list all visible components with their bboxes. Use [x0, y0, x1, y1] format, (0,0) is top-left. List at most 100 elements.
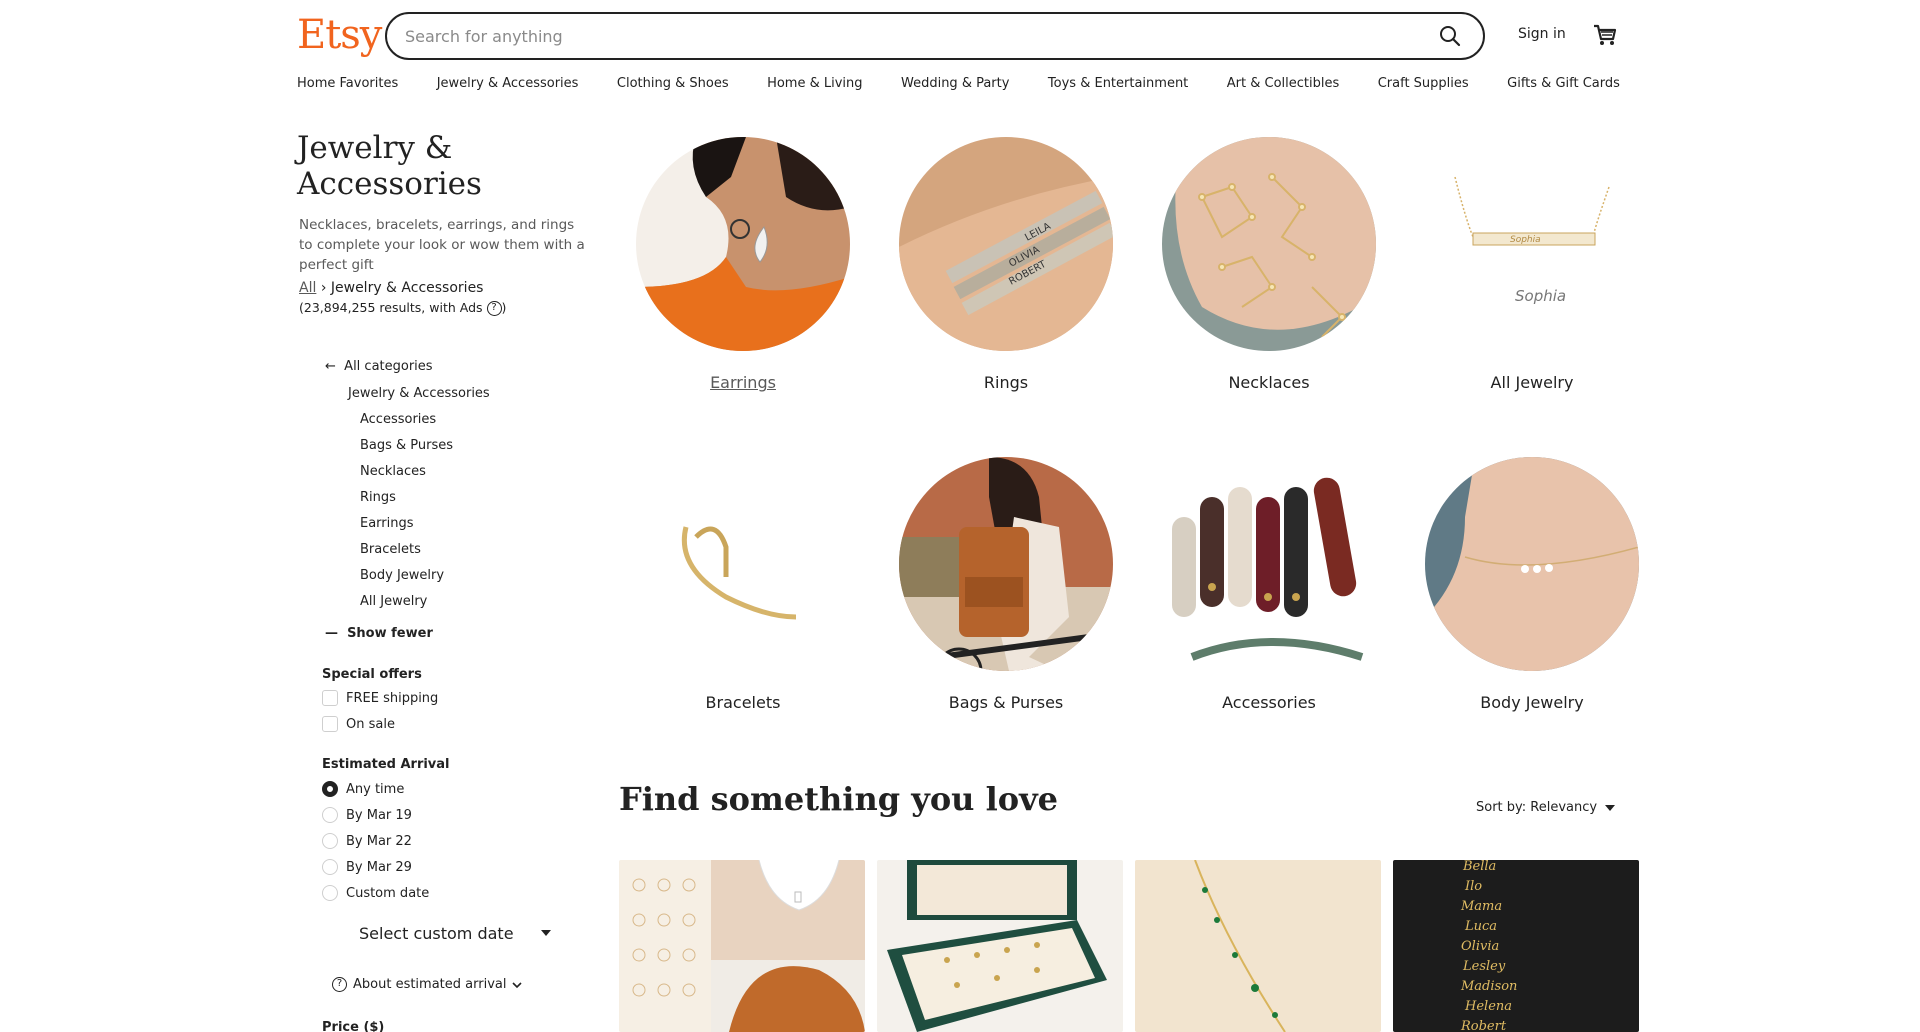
- subcategory-bags-purses[interactable]: Bags & Purses: [360, 438, 453, 453]
- nav-home-living[interactable]: Home & Living: [767, 76, 862, 91]
- minus-icon: —: [325, 626, 348, 641]
- bags-purses-image[interactable]: [899, 457, 1113, 671]
- price-heading: Price ($): [322, 1020, 385, 1032]
- radio-unselected[interactable]: [322, 833, 338, 849]
- custom-date-select-label: Select custom date: [359, 923, 514, 943]
- search-bar: [385, 12, 1485, 60]
- tile-earrings-label[interactable]: Earrings: [636, 373, 850, 392]
- tile-necklaces[interactable]: Necklaces: [1162, 137, 1376, 392]
- arrival-mar29-radio[interactable]: By Mar 29: [322, 859, 412, 875]
- arrival-mar19-radio[interactable]: By Mar 19: [322, 807, 412, 823]
- show-fewer-button[interactable]: — Show fewer: [325, 626, 433, 641]
- checkbox-box[interactable]: [322, 690, 338, 706]
- listing-card[interactable]: [1135, 860, 1381, 1032]
- tile-all-jewelry[interactable]: Sophia Sophia All Jewelry: [1425, 137, 1639, 392]
- sort-dropdown[interactable]: Sort by: Relevancy: [1476, 800, 1616, 815]
- arrival-any-time-label: Any time: [346, 781, 405, 797]
- tile-rings-label[interactable]: Rings: [899, 373, 1113, 392]
- nameplate-name-6: Lesley: [1462, 959, 1506, 974]
- nav-clothing-shoes[interactable]: Clothing & Shoes: [617, 76, 729, 91]
- nav-craft-supplies[interactable]: Craft Supplies: [1378, 76, 1469, 91]
- rings-image[interactable]: LEILA OLIVIA ROBERT: [899, 137, 1113, 351]
- nameplate-name-8: Helena: [1464, 999, 1512, 1014]
- all-jewelry-image[interactable]: Sophia Sophia: [1425, 137, 1639, 351]
- chevron-right-icon: ›: [320, 280, 331, 296]
- estimated-arrival-heading: Estimated Arrival: [322, 757, 450, 772]
- help-icon: ?: [332, 977, 347, 992]
- arrival-mar19-label: By Mar 19: [346, 807, 412, 823]
- nav-gifts-gift-cards[interactable]: Gifts & Gift Cards: [1507, 76, 1620, 91]
- results-text: (23,894,255 results, with Ads: [299, 300, 483, 315]
- subcategory-rings[interactable]: Rings: [360, 490, 396, 505]
- breadcrumb-current: Jewelry & Accessories: [330, 280, 484, 296]
- listing-card[interactable]: [877, 860, 1123, 1032]
- search-input[interactable]: [405, 26, 1435, 46]
- special-offers-heading: Special offers: [322, 667, 422, 682]
- radio-unselected[interactable]: [322, 859, 338, 875]
- bracelets-image[interactable]: [636, 457, 850, 671]
- search-icon[interactable]: [1435, 21, 1465, 51]
- necklaces-image[interactable]: [1162, 137, 1376, 351]
- about-arrival-toggle[interactable]: ? About estimated arrival: [332, 977, 523, 992]
- on-sale-checkbox[interactable]: On sale: [322, 716, 395, 732]
- ads-info-icon[interactable]: ?: [486, 301, 502, 316]
- nameplate-name-7: Madison: [1460, 979, 1517, 994]
- category-description: Necklaces, bracelets, earrings, and ring…: [299, 217, 585, 273]
- breadcrumb-all-link[interactable]: All: [299, 280, 316, 296]
- body-jewelry-image[interactable]: [1425, 457, 1639, 671]
- tile-bags-purses[interactable]: Bags & Purses: [899, 457, 1113, 712]
- breadcrumb: All › Jewelry & Accessories: [299, 280, 483, 296]
- tile-body-jewelry[interactable]: Body Jewelry: [1425, 457, 1639, 712]
- sign-in-link[interactable]: Sign in: [1518, 26, 1566, 42]
- radio-unselected[interactable]: [322, 807, 338, 823]
- tile-body-jewelry-label[interactable]: Body Jewelry: [1425, 693, 1639, 712]
- nav-jewelry-accessories[interactable]: Jewelry & Accessories: [437, 76, 579, 91]
- subcategory-bracelets[interactable]: Bracelets: [360, 542, 421, 557]
- etsy-logo[interactable]: Etsy: [297, 12, 382, 58]
- tile-all-jewelry-label[interactable]: All Jewelry: [1425, 373, 1639, 392]
- nameplate-name-5: Olivia: [1461, 939, 1499, 954]
- subcategory-necklaces[interactable]: Necklaces: [360, 464, 426, 479]
- tile-accessories[interactable]: Accessories: [1162, 457, 1376, 712]
- subcategory-earrings[interactable]: Earrings: [360, 516, 414, 531]
- nameplate-name-4: Luca: [1464, 919, 1497, 934]
- category-nav: Home Favorites Jewelry & Accessories Clo…: [297, 76, 1620, 91]
- tile-rings[interactable]: LEILA OLIVIA ROBERT Rings: [899, 137, 1113, 392]
- subcategory-body-jewelry[interactable]: Body Jewelry: [360, 568, 444, 583]
- listing-card[interactable]: [619, 860, 865, 1032]
- nav-home-favorites[interactable]: Home Favorites: [297, 76, 398, 91]
- accessories-image[interactable]: [1162, 457, 1376, 671]
- tile-earrings[interactable]: Earrings: [636, 137, 850, 392]
- current-category[interactable]: Jewelry & Accessories: [348, 386, 490, 401]
- sort-label: Sort by: Relevancy: [1476, 800, 1598, 815]
- arrival-mar22-radio[interactable]: By Mar 22: [322, 833, 412, 849]
- nav-wedding-party[interactable]: Wedding & Party: [901, 76, 1009, 91]
- subcategory-accessories[interactable]: Accessories: [360, 412, 436, 427]
- signature-text: Sophia: [1515, 287, 1566, 305]
- earrings-image[interactable]: [636, 137, 850, 351]
- tile-bags-purses-label[interactable]: Bags & Purses: [899, 693, 1113, 712]
- custom-date-select[interactable]: Select custom date: [345, 915, 565, 951]
- results-close-paren: ): [501, 300, 507, 315]
- cart-icon[interactable]: [1592, 22, 1618, 48]
- arrival-custom-radio[interactable]: Custom date: [322, 885, 429, 901]
- checkbox-box[interactable]: [322, 716, 338, 732]
- nav-toys-entertainment[interactable]: Toys & Entertainment: [1048, 76, 1188, 91]
- tile-bracelets-label[interactable]: Bracelets: [636, 693, 850, 712]
- radio-unselected[interactable]: [322, 885, 338, 901]
- tile-bracelets[interactable]: Bracelets: [636, 457, 850, 712]
- radio-selected[interactable]: [322, 781, 338, 797]
- subcategory-all-jewelry[interactable]: All Jewelry: [360, 594, 427, 609]
- listing-card[interactable]: Bella Ilo Mama Luca Olivia Lesley Madiso…: [1393, 860, 1639, 1032]
- page-title: Jewelry & Accessories: [297, 130, 482, 202]
- nameplate-name-2: Ilo: [1464, 879, 1482, 894]
- free-shipping-checkbox[interactable]: FREE shipping: [322, 690, 438, 706]
- arrival-any-time-radio[interactable]: Any time: [322, 781, 404, 797]
- all-categories-label: All categories: [344, 359, 433, 374]
- nav-art-collectibles[interactable]: Art & Collectibles: [1227, 76, 1339, 91]
- tile-accessories-label[interactable]: Accessories: [1162, 693, 1376, 712]
- tile-necklaces-label[interactable]: Necklaces: [1162, 373, 1376, 392]
- all-categories-link[interactable]: ← All categories: [325, 359, 433, 374]
- free-shipping-label: FREE shipping: [346, 690, 439, 706]
- arrival-custom-label: Custom date: [346, 885, 430, 901]
